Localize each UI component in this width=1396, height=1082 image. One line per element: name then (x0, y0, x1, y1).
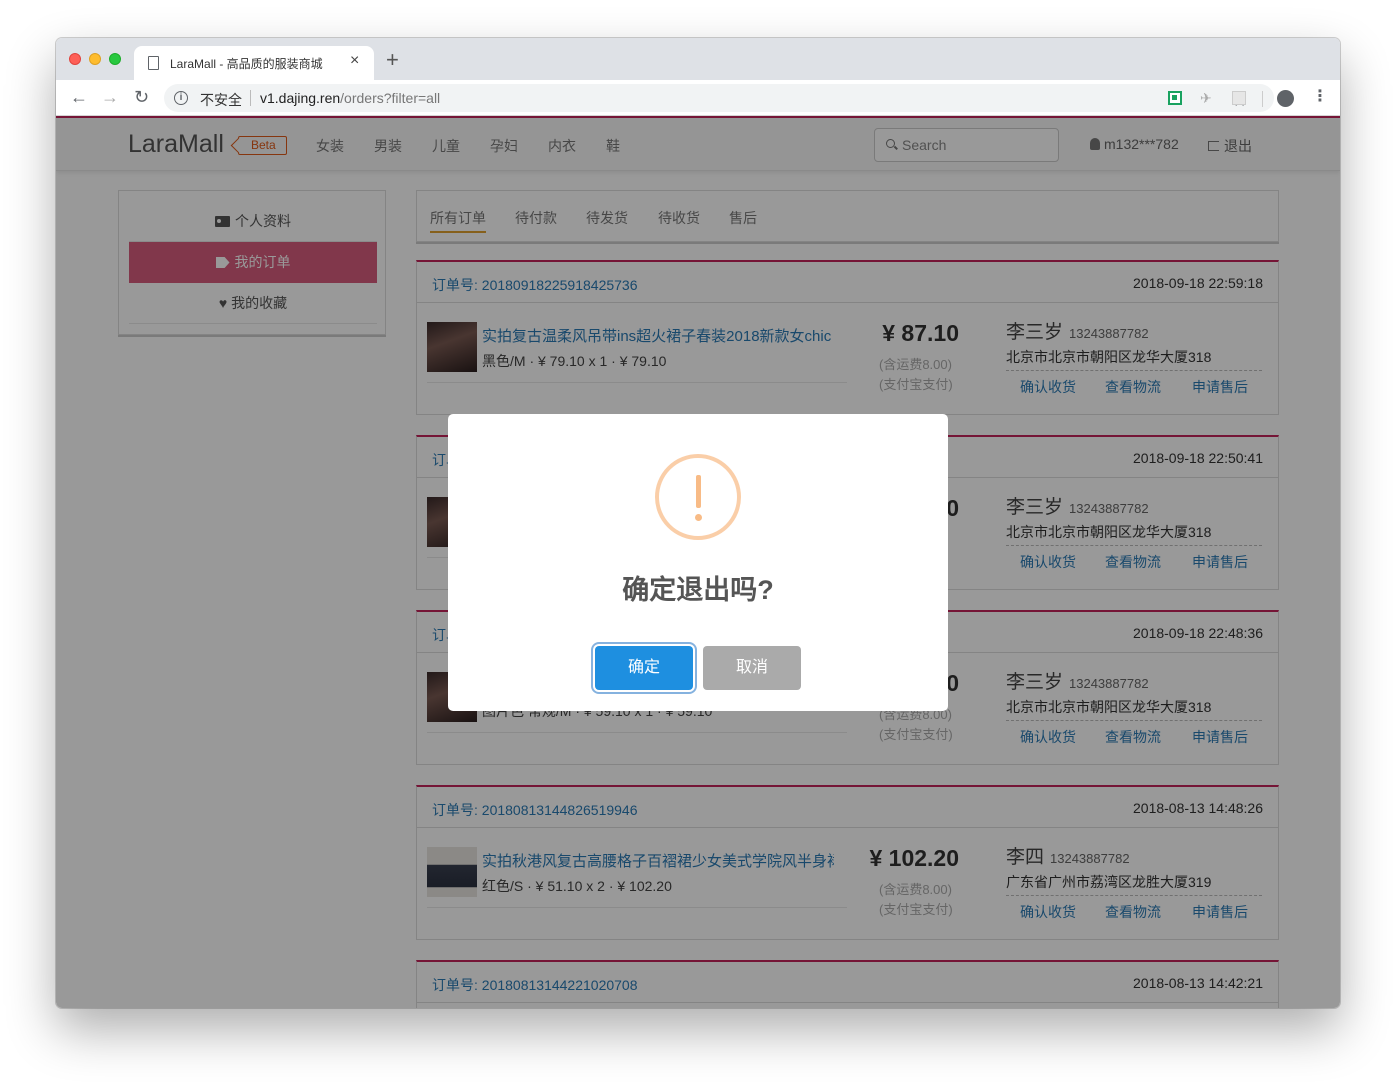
toolbar-divider (1262, 91, 1263, 107)
dialog-title: 确定退出吗? (622, 575, 774, 605)
page-content: LaraMall Beta 女装 男装 儿童 孕妇 内衣 鞋 Search m1… (56, 116, 1340, 1008)
browser-menu-icon[interactable]: ⋮ (1312, 88, 1328, 106)
back-button[interactable]: ← (70, 87, 88, 107)
address-bar[interactable]: i 不安全 v1.dajing.ren/orders?filter=all ☆ (164, 84, 1274, 112)
close-tab-icon[interactable]: × (350, 52, 359, 70)
maximize-window-button[interactable] (109, 53, 121, 65)
page-icon (148, 56, 159, 70)
url-host: v1.dajing.ren (260, 90, 341, 106)
close-window-button[interactable] (69, 53, 81, 65)
extension-bird-icon[interactable]: ✈ (1200, 91, 1214, 105)
url-path: /orders?filter=all (340, 90, 441, 106)
tab-title: LaraMall - 高品质的服装商城 (170, 57, 323, 71)
extension-green-icon[interactable] (1168, 91, 1182, 105)
browser-tab[interactable]: LaraMall - 高品质的服装商城 × (134, 46, 374, 80)
url-text[interactable]: v1.dajing.ren/orders?filter=all (260, 90, 440, 106)
warning-icon (655, 454, 741, 540)
browser-toolbar: ← → ↻ i 不安全 v1.dajing.ren/orders?filter=… (56, 80, 1340, 116)
forward-button[interactable]: → (101, 87, 119, 107)
profile-icon[interactable] (1277, 90, 1294, 107)
url-separator (250, 90, 251, 106)
new-tab-button[interactable]: + (386, 49, 399, 71)
security-label[interactable]: 不安全 (200, 90, 242, 110)
reload-button[interactable]: ↻ (134, 87, 149, 107)
warning-icon-bar (696, 475, 701, 508)
info-icon[interactable]: i (174, 91, 188, 105)
warning-icon-dot (695, 514, 702, 521)
tab-strip: LaraMall - 高品质的服装商城 × + (56, 38, 1340, 80)
browser-window: LaraMall - 高品质的服装商城 × + ← → ↻ i 不安全 v1.d… (56, 38, 1340, 1008)
logout-confirm-dialog: 确定退出吗? 确定 取消 (448, 414, 948, 711)
minimize-window-button[interactable] (89, 53, 101, 65)
confirm-button[interactable]: 确定 (595, 646, 693, 690)
cancel-button[interactable]: 取消 (703, 646, 801, 690)
extension-grey-icon[interactable] (1232, 91, 1246, 105)
